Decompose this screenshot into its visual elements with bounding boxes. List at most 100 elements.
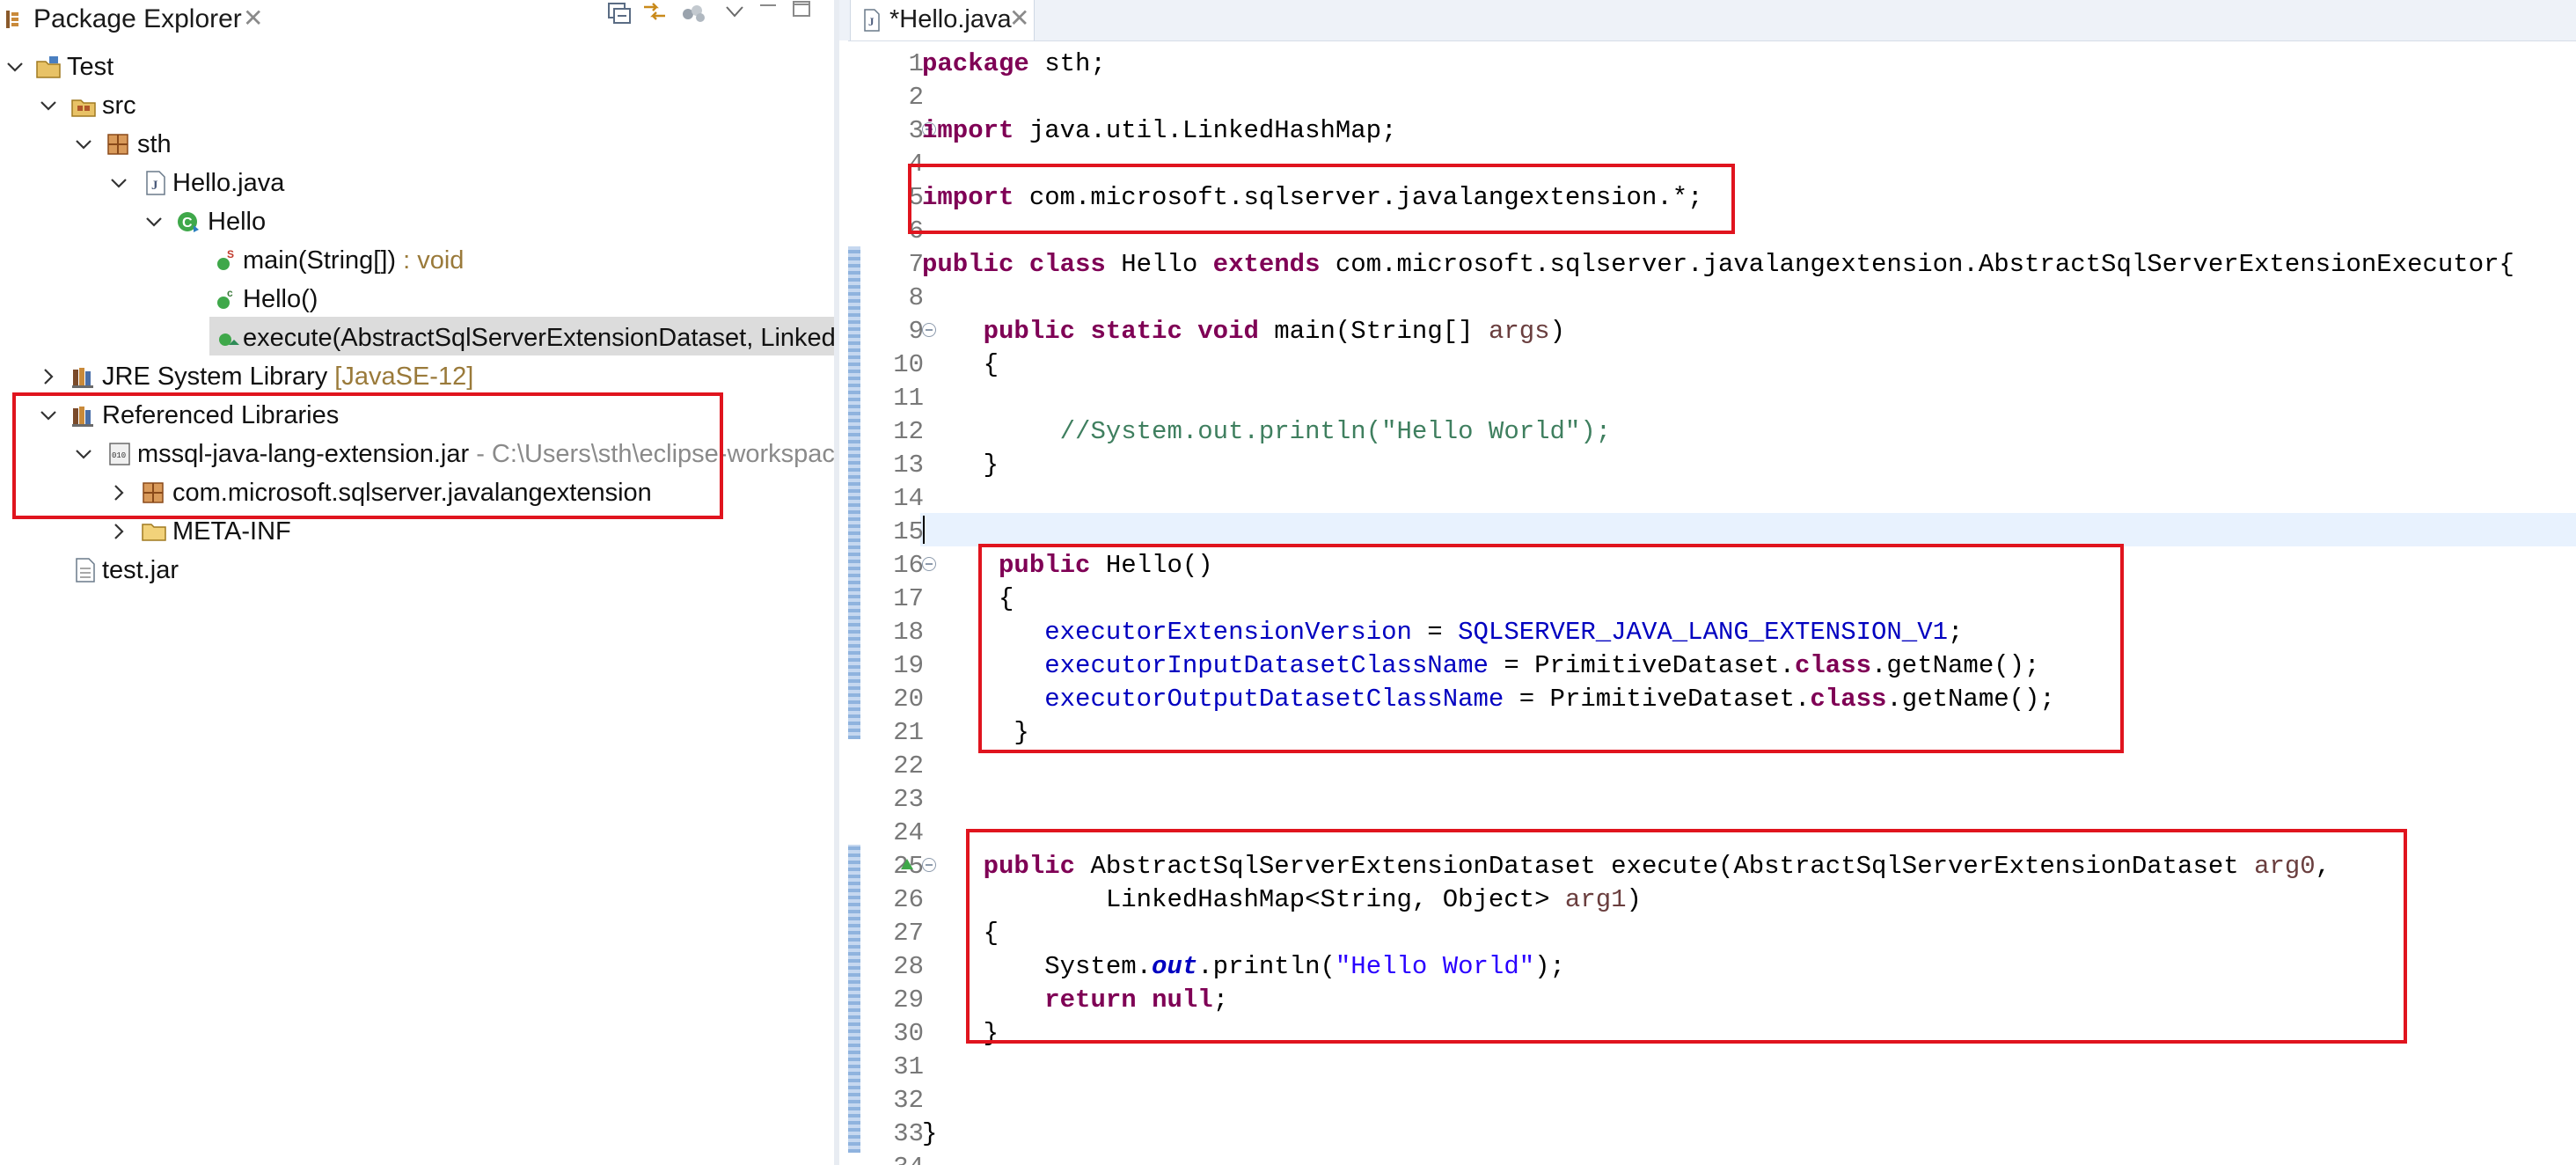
code-line: } xyxy=(922,451,999,480)
close-icon[interactable]: ✕ xyxy=(1009,4,1029,33)
highlight-box-execute xyxy=(966,829,2407,1044)
tab-hello-java[interactable]: J *Hello.java ✕ xyxy=(850,0,1035,40)
current-line-highlight xyxy=(920,513,2576,546)
line-number: 34 xyxy=(871,1153,924,1165)
chevron-down-icon[interactable] xyxy=(143,202,165,241)
line-number: 7 xyxy=(908,250,924,279)
chevron-right-icon[interactable] xyxy=(37,357,60,396)
line-number: 11 xyxy=(893,384,924,413)
tree-row[interactable]: S main(String[]) : void xyxy=(0,241,834,280)
library-icon xyxy=(72,368,93,388)
explorer-tab-bar: Package Explorer ✕ xyxy=(0,0,834,40)
tree-label: main(String[]) : void xyxy=(243,246,465,275)
source-folder-icon xyxy=(71,99,96,117)
line-number: 14 xyxy=(893,484,924,513)
tab-package-explorer[interactable]: Package Explorer ✕ xyxy=(0,0,273,40)
overview-ruler xyxy=(839,40,848,1165)
highlight-box-referenced-libraries xyxy=(12,392,723,519)
tree-label: test.jar xyxy=(102,556,179,584)
line-number: 13 xyxy=(893,451,924,480)
tree-row[interactable]: C Hello xyxy=(0,202,834,241)
tree-row[interactable]: J Hello.java xyxy=(0,164,834,202)
line-number: 32 xyxy=(893,1086,924,1115)
svg-text:C: C xyxy=(182,216,193,231)
line-number: 15 xyxy=(893,517,924,546)
line-number: 10 xyxy=(893,350,924,379)
line-number: 33 xyxy=(893,1119,924,1148)
line-number: 27 xyxy=(893,919,924,948)
line-number: 26 xyxy=(893,885,924,914)
line-number: 19 xyxy=(893,651,924,680)
line-number: 21 xyxy=(893,718,924,747)
quick-diff-bar xyxy=(848,246,860,739)
tree-label: Test xyxy=(67,53,114,81)
file-icon xyxy=(76,558,95,582)
line-number: 18 xyxy=(893,618,924,647)
view-menu-icon[interactable] xyxy=(720,0,750,23)
line-number: 16 xyxy=(893,551,924,580)
editor-tab-bar: J *Hello.java ✕ xyxy=(839,0,2576,41)
line-number: 20 xyxy=(893,685,924,714)
focus-icon[interactable] xyxy=(679,2,709,25)
highlight-box-import xyxy=(908,164,1735,234)
project-icon xyxy=(36,56,61,78)
tree-label: Hello() xyxy=(243,285,318,313)
line-number: 17 xyxy=(893,584,924,613)
svg-text:J: J xyxy=(868,15,875,28)
tree-row[interactable]: test.jar xyxy=(0,551,834,590)
tree-label: sth xyxy=(137,130,172,158)
public-static-method-icon: S xyxy=(217,248,234,270)
code-line: { xyxy=(922,350,999,379)
line-number: 30 xyxy=(893,1019,924,1048)
line-number: 22 xyxy=(893,751,924,780)
line-number: 9 xyxy=(908,317,924,346)
quick-diff-bar xyxy=(848,845,860,1153)
folder-icon xyxy=(142,524,166,541)
tree-row[interactable]: JRE System Library [JavaSE-12] xyxy=(0,357,834,396)
maximize-icon[interactable] xyxy=(787,0,816,23)
chevron-down-icon[interactable] xyxy=(72,125,95,164)
package-icon xyxy=(107,134,128,155)
tree-row[interactable]: sth xyxy=(0,125,834,164)
collapse-all-icon[interactable] xyxy=(605,2,635,25)
java-file-icon: J xyxy=(146,171,165,195)
line-number: 8 xyxy=(908,283,924,312)
text-caret xyxy=(923,516,925,544)
constructor-icon: c xyxy=(217,287,233,309)
code-line: package sth; xyxy=(922,49,1106,78)
line-number: 31 xyxy=(893,1052,924,1081)
tree-label: Hello xyxy=(208,208,267,236)
link-with-editor-icon[interactable] xyxy=(640,0,670,23)
code-line: public class Hello extends com.microsoft… xyxy=(922,250,2514,279)
svg-text:S: S xyxy=(227,248,234,260)
svg-text:J: J xyxy=(151,179,158,193)
line-number: 24 xyxy=(893,818,924,847)
chevron-down-icon[interactable] xyxy=(37,86,60,125)
package-explorer-view: Package Explorer ✕ Test src sth J Hello.… xyxy=(0,0,834,1165)
override-method-icon xyxy=(219,333,239,346)
tree-label: META-INF xyxy=(172,517,291,546)
line-number: 29 xyxy=(893,985,924,1015)
explorer-tab-title: Package Explorer xyxy=(33,4,242,33)
close-icon[interactable]: ✕ xyxy=(243,4,263,33)
tree-row[interactable]: c Hello() xyxy=(0,280,834,319)
highlight-box-constructor xyxy=(978,544,2124,753)
chevron-down-icon[interactable] xyxy=(4,48,26,86)
line-number: 23 xyxy=(893,785,924,814)
chevron-down-icon[interactable] xyxy=(107,164,130,202)
tree-row[interactable]: execute(AbstractSqlServerExtensionDatase… xyxy=(0,319,834,357)
tree-label: src xyxy=(102,92,136,120)
editor-tab-title: *Hello.java xyxy=(889,5,1012,33)
tree-row[interactable]: src xyxy=(0,86,834,125)
tree-label: execute(AbstractSqlServerExtensionDatase… xyxy=(243,324,834,352)
code-line: import java.util.LinkedHashMap; xyxy=(922,116,1397,145)
class-icon: C xyxy=(178,212,199,232)
line-number: 3 xyxy=(908,116,924,145)
tree-label: JRE System Library [JavaSE-12] xyxy=(102,363,474,391)
minimize-icon[interactable] xyxy=(753,0,783,23)
line-number: 1 xyxy=(908,49,924,78)
svg-text:c: c xyxy=(227,287,233,299)
line-number: 2 xyxy=(908,83,924,112)
tree-row[interactable]: Test xyxy=(0,48,834,86)
line-number: 25 xyxy=(871,852,924,881)
